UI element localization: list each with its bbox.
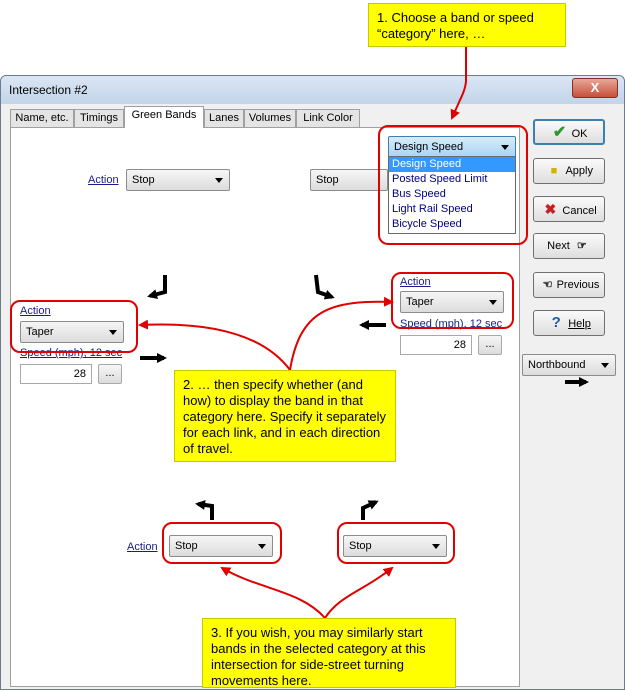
callout-specify-display: 2. … then specify whether (and how) to d…: [174, 370, 396, 462]
pointer-2-left: [138, 319, 291, 371]
tab-green-bands[interactable]: Green Bands: [124, 106, 204, 128]
callout-2-text: 2. … then specify whether (and how) to d…: [183, 377, 387, 456]
callout-3-text: 3. If you wish, you may similarly start …: [211, 625, 426, 688]
tab-label: Green Bands: [131, 109, 197, 121]
annotation-overlay: [138, 47, 589, 619]
turn-arrow-bottom-right: [361, 500, 379, 520]
pointer-3-left: [220, 566, 326, 619]
turn-arrow-top-left: [147, 275, 167, 300]
turn-arrow-top-right: [314, 274, 335, 300]
turn-arrow-bottom-left: [195, 500, 214, 520]
callout-side-street: 3. If you wish, you may similarly start …: [202, 618, 456, 688]
pointer-2-right: [289, 296, 394, 371]
pointer-3-right: [324, 566, 394, 619]
pointer-1: [450, 47, 467, 120]
